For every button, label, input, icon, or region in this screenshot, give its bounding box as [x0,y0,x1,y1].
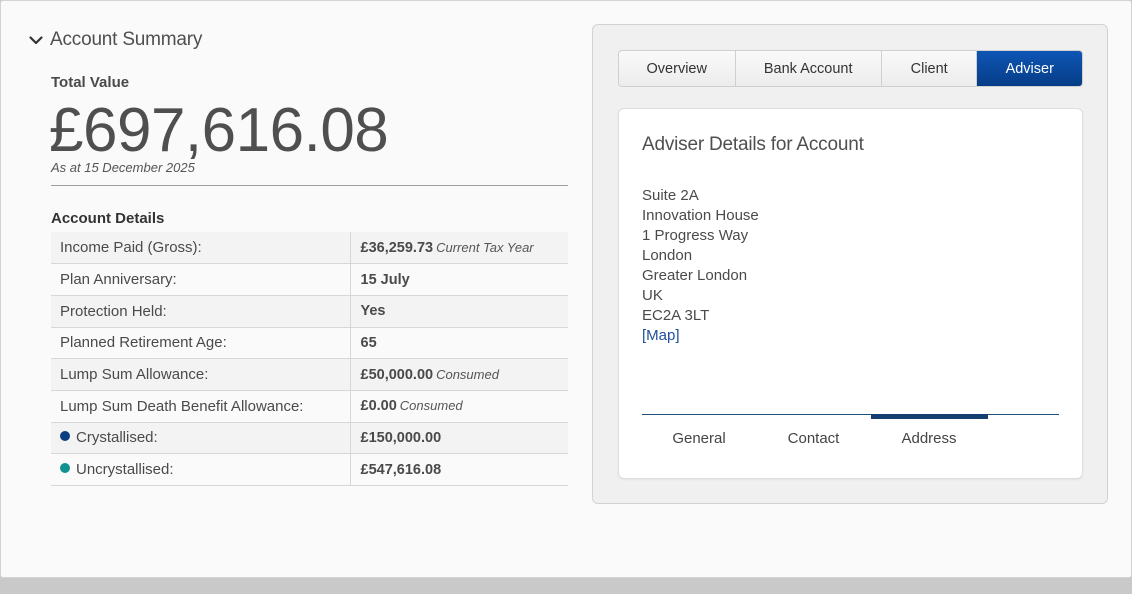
row-label: Uncrystallised: [51,453,351,486]
subtab-divider [642,414,1059,415]
adviser-address: Suite 2A Innovation House 1 Progress Way… [642,186,759,346]
subtab-active-indicator [871,414,988,419]
chevron-down-icon [29,36,43,45]
table-row: Lump Sum Allowance: £50,000.00 Consumed [51,358,568,391]
row-value-amount: £150,000.00 [360,429,442,446]
row-value-amount: £36,259.73 [360,239,434,256]
table-row: Protection Held: Yes [51,295,568,328]
total-value-amount: £697,616.08 [49,96,389,165]
row-value-note: Consumed [436,366,499,382]
adviser-subtabs: General Contact Address [642,424,1059,454]
map-link[interactable]: [Map] [642,326,759,346]
row-value: £36,259.73 Current Tax Year [350,232,568,265]
address-line: EC2A 3LT [642,307,710,324]
valuation-date: As at 15 December 2025 [51,160,195,175]
account-summary-toggle[interactable]: Account Summary [28,27,202,53]
row-label: Planned Retirement Age: [51,327,351,360]
account-details-title: Account Details [51,210,165,227]
table-row: Income Paid (Gross): £36,259.73 Current T… [51,232,568,265]
row-value-amount: 65 [360,334,377,351]
row-label: Protection Held: [51,295,351,328]
row-label: Plan Anniversary: [51,263,351,296]
tab-bank-account[interactable]: Bank Account [735,51,882,86]
row-label: Income Paid (Gross): [51,232,351,265]
details-card: Overview Bank Account Client Adviser Adv… [592,24,1108,504]
divider [51,185,568,186]
account-details-table: Income Paid (Gross): £36,259.73 Current T… [51,232,568,486]
adviser-details-panel: Adviser Details for Account Suite 2A Inn… [618,108,1083,479]
row-label-text: Uncrystallised: [76,461,174,479]
table-row: Planned Retirement Age: 65 [51,327,568,360]
address-line: Suite 2A [642,187,699,204]
account-summary-title: Account Summary [50,29,203,50]
tab-adviser[interactable]: Adviser [977,51,1082,86]
row-label: Crystallised: [51,422,351,455]
row-label-text: Crystallised: [76,429,158,447]
tab-overview[interactable]: Overview [619,51,736,86]
table-row: Plan Anniversary: 15 July [51,263,568,296]
address-line: Innovation House [642,207,759,224]
row-value: £150,000.00 [350,422,568,455]
row-value: £547,616.08 [350,453,568,486]
subtab-contact[interactable]: Contact [756,424,871,454]
uncrystallised-dot-icon [60,463,70,474]
address-line: Greater London [642,267,748,284]
table-row: Lump Sum Death Benefit Allowance: £0.00 C… [51,390,568,423]
row-value-amount: 15 July [360,271,410,288]
row-value-amount: £547,616.08 [360,461,442,478]
row-value-note: Consumed [399,398,463,414]
subtab-general[interactable]: General [642,424,756,454]
row-value: 15 July [350,263,568,296]
tab-client[interactable]: Client [881,51,978,86]
subtab-address[interactable]: Address [871,424,987,454]
total-value-label: Total Value [51,74,130,91]
adviser-details-title: Adviser Details for Account [642,134,864,155]
table-row: Uncrystallised: £547,616.08 [51,453,568,486]
row-value-note: Current Tax Year [436,239,534,255]
details-tabs: Overview Bank Account Client Adviser [618,50,1083,87]
crystallised-dot-icon [60,431,70,442]
row-value-amount: £0.00 [360,398,397,415]
row-label: Lump Sum Death Benefit Allowance: [51,390,351,423]
row-value: £0.00 Consumed [350,390,568,423]
row-value-amount: Yes [360,303,386,320]
row-value-amount: £50,000.00 [360,366,434,383]
row-label: Lump Sum Allowance: [51,358,351,391]
address-line: 1 Progress Way [642,227,749,244]
table-row: Crystallised: £150,000.00 [51,422,568,455]
address-line: London [642,247,693,264]
row-value: Yes [350,295,568,328]
address-line: UK [642,287,663,304]
account-summary-panel: Account Summary Total Value £697,616.08 … [0,0,1132,578]
row-value: £50,000.00 Consumed [350,358,568,391]
row-value: 65 [350,327,568,360]
